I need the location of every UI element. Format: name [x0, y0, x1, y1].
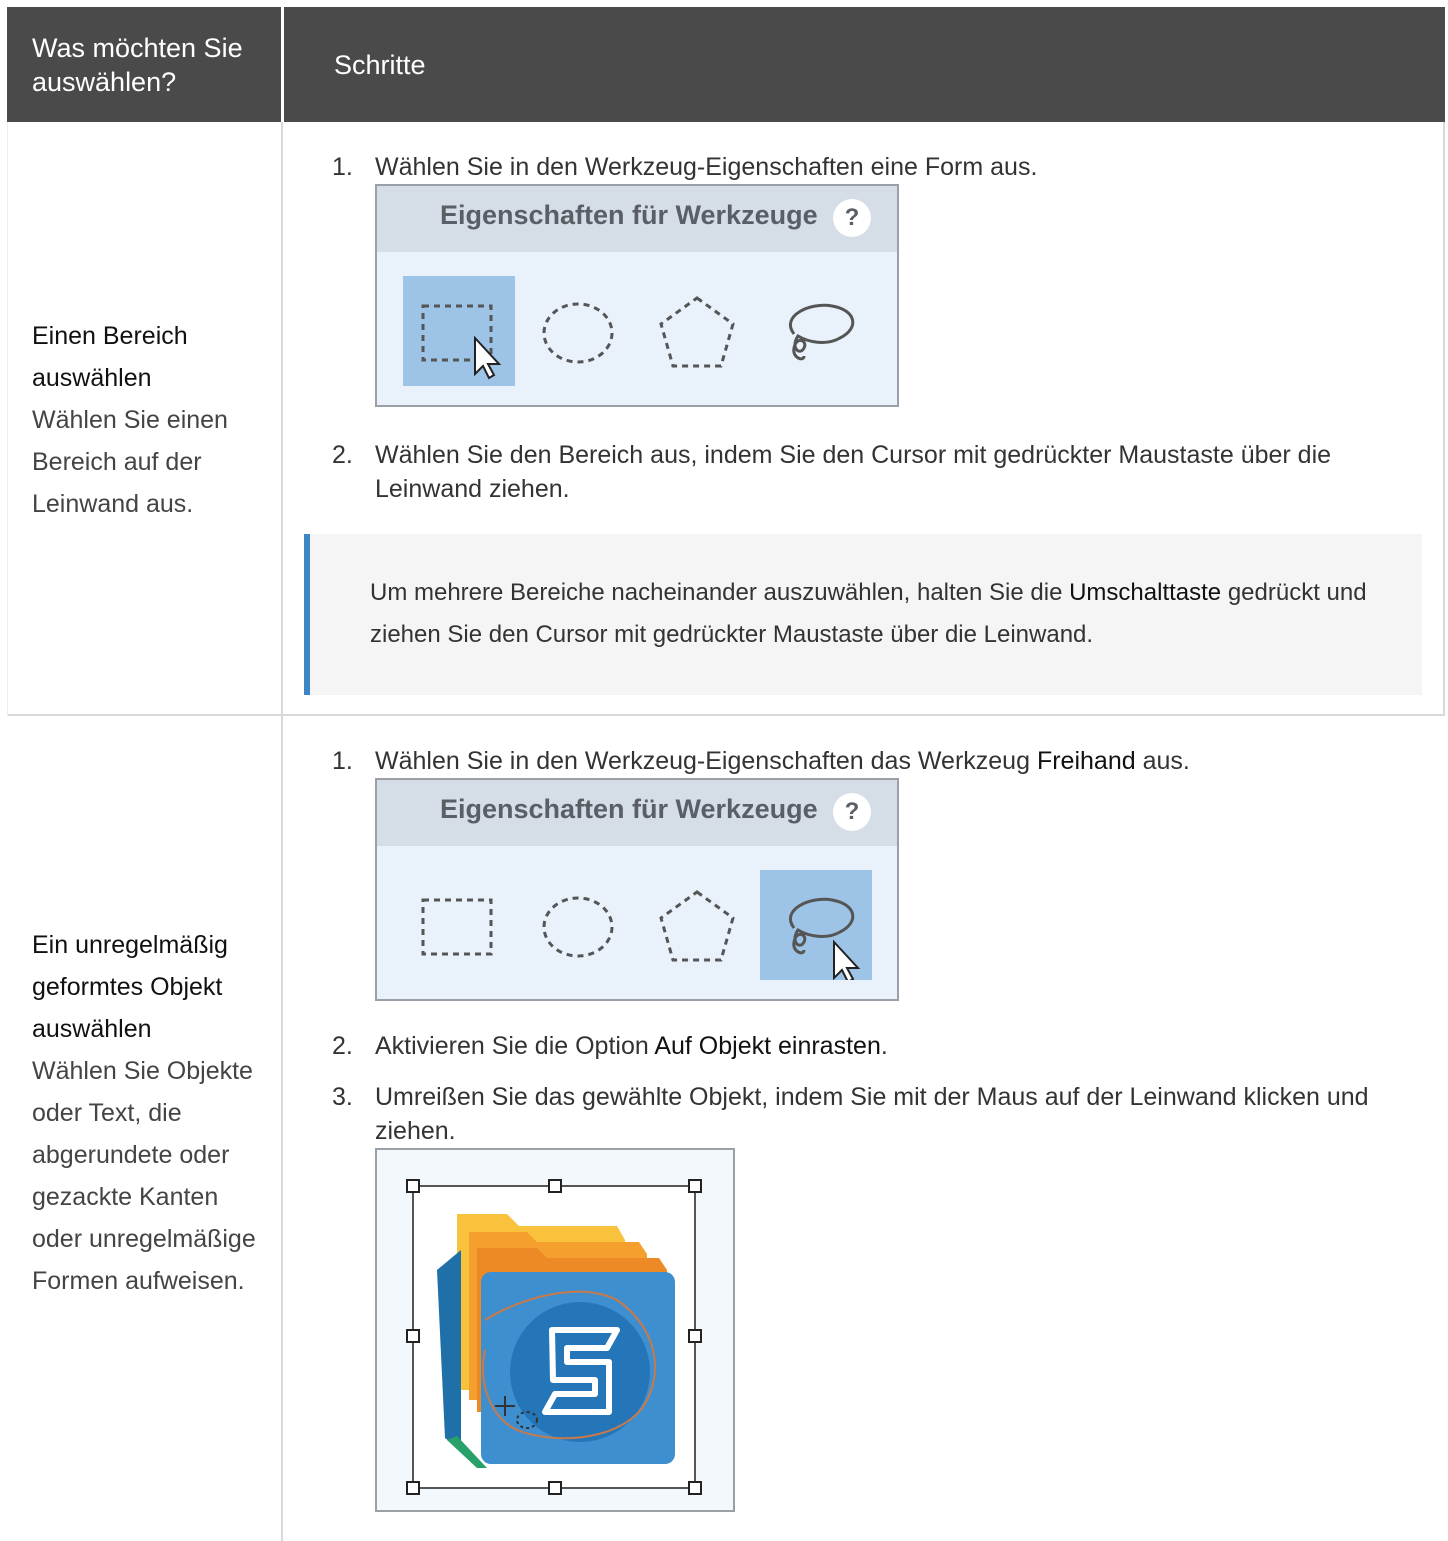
row1-description: Wählen Sie einen Bereich auf der Leinwan… — [32, 406, 228, 518]
table-left-border — [7, 122, 8, 716]
rectangle-select-icon — [421, 898, 493, 956]
lasso-icon — [789, 897, 861, 980]
panel-title: Eigenschaften für Werkzeuge — [440, 794, 818, 824]
row-divider — [7, 714, 1445, 716]
selection-table: Was möchten Sie auswählen? Schritte Eine… — [7, 7, 1445, 1541]
help-icon[interactable]: ? — [833, 199, 871, 237]
shift-key-note: Um mehrere Bereiche nacheinander auszuwä… — [304, 534, 1422, 695]
snagit-logo-selection-illustration — [375, 1148, 735, 1512]
step-number: 2. — [332, 441, 353, 469]
shift-key-label: Umschalttaste — [1069, 579, 1222, 606]
step-text: Umreißen Sie das gewählte Objekt, indem … — [375, 1083, 1369, 1145]
polygon-select-icon — [659, 890, 735, 962]
row1-left-cell: Einen Bereich auswählen Wählen Sie einen… — [32, 315, 272, 525]
header-divider — [281, 7, 284, 122]
cursor-icon — [474, 335, 502, 380]
panel-title: Eigenschaften für Werkzeuge — [440, 200, 818, 230]
panel-header: Eigenschaften für Werkzeuge ? — [377, 780, 897, 846]
ellipse-select-icon — [542, 896, 614, 958]
row2-title: Ein unregelmäßig geformtes Objekt auswäh… — [32, 931, 228, 1043]
row2-description: Wählen Sie Objekte oder Text, die abgeru… — [32, 1057, 256, 1295]
lasso-icon — [789, 303, 855, 361]
step-text: Aktivieren Sie die Option Auf Objekt ein… — [375, 1032, 888, 1060]
cursor-icon — [833, 939, 861, 980]
rectangle-select-icon — [421, 304, 502, 380]
rectangle-tool-button[interactable] — [403, 276, 515, 386]
tool-properties-panel-1: Eigenschaften für Werkzeuge ? — [375, 184, 899, 407]
panel-header: Eigenschaften für Werkzeuge ? — [377, 186, 897, 252]
freehand-tool-button[interactable] — [760, 870, 872, 980]
freehand-tool-button[interactable] — [760, 276, 872, 386]
row2-left-cell: Ein unregelmäßig geformtes Objekt auswäh… — [32, 924, 272, 1302]
snagit-logo-icon — [406, 1179, 702, 1495]
table-header: Was möchten Sie auswählen? Schritte — [7, 7, 1445, 122]
header-steps: Schritte — [334, 49, 426, 80]
step-number: 2. — [332, 1032, 353, 1060]
freehand-label: Freihand — [1036, 747, 1136, 775]
ellipse-tool-button[interactable] — [522, 870, 634, 980]
column-divider — [281, 122, 283, 1541]
ellipse-tool-button[interactable] — [522, 276, 634, 386]
ellipse-select-icon — [542, 302, 614, 364]
step-text: Wählen Sie in den Werkzeug-Eigenschaften… — [375, 153, 1038, 181]
rectangle-tool-button[interactable] — [403, 870, 515, 980]
polygon-tool-button[interactable] — [641, 276, 753, 386]
header-what-to-select: Was möchten Sie auswählen? — [32, 32, 243, 97]
table-right-border — [1443, 122, 1445, 716]
tool-properties-panel-2: Eigenschaften für Werkzeuge ? — [375, 778, 899, 1001]
snap-to-object-label: Auf Objekt einrasten — [654, 1032, 881, 1060]
step-text: Wählen Sie in den Werkzeug-Eigenschaften… — [375, 747, 1190, 775]
step-number: 3. — [332, 1083, 353, 1111]
polygon-tool-button[interactable] — [641, 870, 753, 980]
note-text: Um mehrere Bereiche nacheinander auszuwä… — [370, 579, 1367, 648]
step-text: Wählen Sie den Bereich aus, indem Sie de… — [375, 441, 1332, 503]
row1-title: Einen Bereich auswählen — [32, 322, 188, 392]
step-number: 1. — [332, 153, 353, 181]
polygon-select-icon — [659, 296, 735, 368]
step-number: 1. — [332, 747, 353, 775]
help-icon[interactable]: ? — [833, 793, 871, 831]
